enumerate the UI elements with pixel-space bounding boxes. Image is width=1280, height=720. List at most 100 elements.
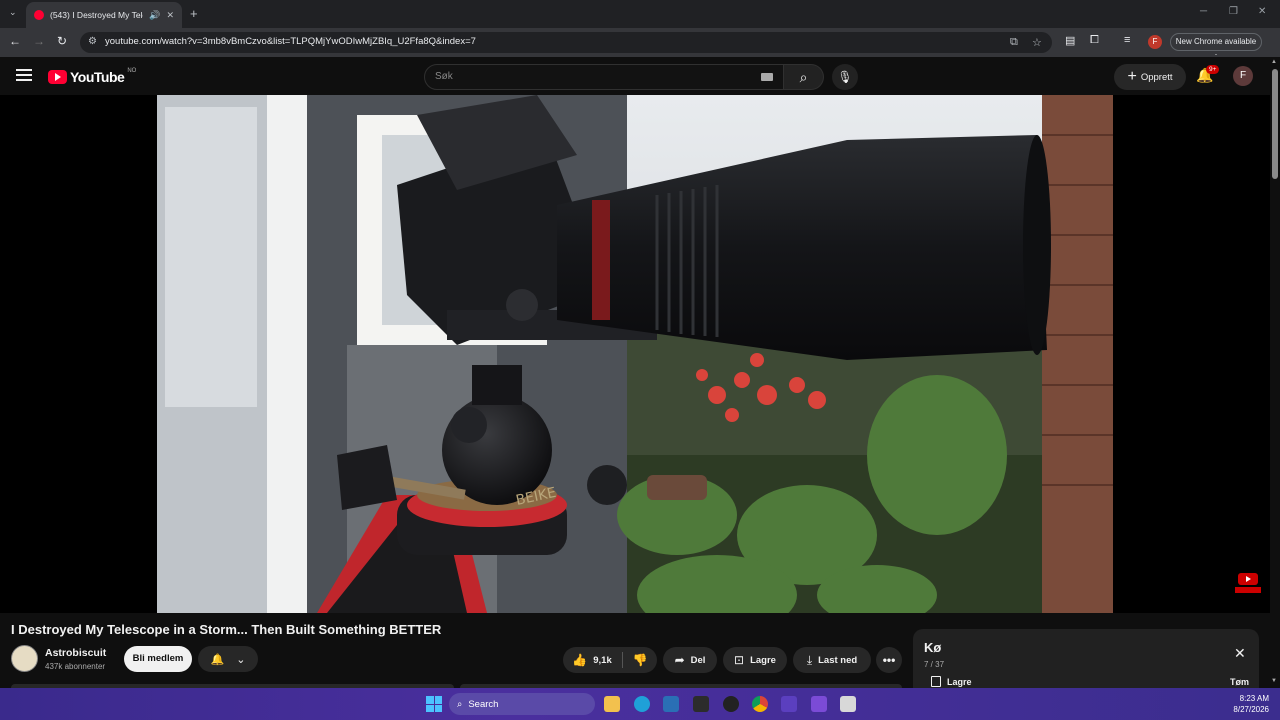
tab-search-chevron-icon[interactable]: ⌄ bbox=[9, 7, 17, 18]
more-icon: ••• bbox=[882, 653, 896, 667]
new-chrome-label: New Chrome available bbox=[1175, 37, 1257, 46]
save-button[interactable]: ⊡ Lagre bbox=[723, 647, 787, 673]
voice-search-button[interactable]: 🎙 bbox=[832, 64, 858, 90]
queue-position: 7 / 37 bbox=[924, 660, 945, 669]
queue-save-button[interactable]: Lagre bbox=[931, 676, 972, 687]
download-label: Last ned bbox=[818, 654, 858, 666]
channel-name[interactable]: Astrobiscuit bbox=[45, 647, 106, 659]
share-label: Del bbox=[690, 654, 706, 666]
app-icon[interactable] bbox=[840, 696, 856, 712]
snipping-tool-icon[interactable] bbox=[693, 696, 709, 712]
chrome-profile-avatar[interactable]: F bbox=[1148, 35, 1162, 49]
page-scrollbar[interactable]: ▲ ▼ bbox=[1270, 57, 1280, 688]
download-button[interactable]: ⤓ Last ned bbox=[793, 647, 871, 673]
create-button[interactable]: + Opprett bbox=[1114, 64, 1186, 90]
forward-icon[interactable]: → bbox=[33, 34, 45, 48]
speaker-icon[interactable]: 🔊 bbox=[149, 10, 160, 21]
file-explorer-icon[interactable] bbox=[604, 696, 620, 712]
notification-badge: 9+ bbox=[1206, 65, 1220, 74]
scroll-up-icon[interactable]: ▲ bbox=[1271, 59, 1277, 65]
edge-icon[interactable] bbox=[634, 696, 650, 712]
system-clock[interactable]: 8:23 AM 8/27/2026 bbox=[1225, 693, 1269, 715]
microphone-icon: 🎙 bbox=[837, 70, 853, 84]
clock-date: 8/27/2026 bbox=[1233, 705, 1269, 714]
taskbar-search-label: Search bbox=[468, 698, 499, 710]
queue-panel: Kø 7 / 37 ✕ Lagre Tøm bbox=[913, 629, 1259, 688]
youtube-favicon-icon bbox=[34, 10, 44, 20]
windows-start-icon[interactable] bbox=[426, 696, 442, 712]
download-icon: ⤓ bbox=[806, 652, 813, 667]
share-button[interactable]: ➦ Del bbox=[663, 647, 717, 673]
app-icon[interactable] bbox=[663, 696, 679, 712]
video-player[interactable]: BEIKE bbox=[0, 95, 1270, 613]
cast-icon[interactable]: ⧉ bbox=[1010, 36, 1018, 49]
video-frame-image: BEIKE bbox=[157, 95, 1113, 613]
dislike-icon[interactable]: 👎 bbox=[633, 653, 648, 667]
windows-taskbar: ⌕ Search 8:23 AM 8/27/2026 bbox=[0, 688, 1280, 720]
keyboard-icon[interactable] bbox=[761, 73, 773, 81]
video-frame[interactable]: BEIKE bbox=[157, 95, 1113, 613]
search-input[interactable]: Søk bbox=[424, 64, 784, 90]
media-icon[interactable]: ▤ bbox=[1065, 34, 1075, 47]
subscriber-count: 437k abonnenter bbox=[45, 662, 106, 671]
menu-icon[interactable] bbox=[16, 69, 32, 81]
new-chrome-available-button[interactable]: New Chrome available ⋮ bbox=[1170, 33, 1262, 62]
window-close-icon[interactable]: ✕ bbox=[1258, 6, 1266, 17]
site-info-icon[interactable]: ⚙ bbox=[88, 36, 97, 47]
app-icon[interactable] bbox=[811, 696, 827, 712]
bell-icon: 🔔 bbox=[210, 653, 225, 666]
channel-avatar[interactable] bbox=[11, 645, 38, 672]
tab-close-icon[interactable]: ✕ bbox=[166, 10, 174, 21]
youtube-play-icon bbox=[48, 70, 67, 84]
reload-icon[interactable]: ↻ bbox=[57, 34, 67, 48]
youtube-logo[interactable]: YouTube NO bbox=[48, 68, 137, 85]
reading-list-icon[interactable]: ≡ bbox=[1124, 34, 1130, 46]
scroll-thumb[interactable] bbox=[1272, 69, 1278, 179]
more-actions-button[interactable]: ••• bbox=[876, 647, 902, 673]
obs-icon[interactable] bbox=[723, 696, 739, 712]
browser-tab[interactable]: (543) I Destroyed My Telesc 🔊 ✕ bbox=[26, 2, 182, 28]
save-label: Lagre bbox=[750, 654, 776, 666]
video-title: I Destroyed My Telescope in a Storm... T… bbox=[11, 622, 442, 637]
search-button[interactable]: ⌕ bbox=[784, 64, 824, 90]
like-dislike-group: 👍 9,1k 👎 bbox=[563, 647, 657, 673]
share-icon: ➦ bbox=[674, 653, 685, 667]
queue-title: Kø bbox=[924, 640, 942, 655]
country-code: NO bbox=[127, 68, 137, 74]
scroll-down-icon[interactable]: ▼ bbox=[1271, 678, 1277, 684]
like-count[interactable]: 9,1k bbox=[593, 655, 612, 666]
subscribe-watermark[interactable] bbox=[1235, 573, 1261, 593]
create-label: Opprett bbox=[1140, 71, 1173, 83]
bookmark-icon: ⊡ bbox=[734, 653, 745, 667]
queue-clear-button[interactable]: Tøm bbox=[1230, 677, 1249, 687]
like-divider bbox=[621, 652, 623, 668]
like-icon[interactable]: 👍 bbox=[572, 653, 587, 667]
chevron-down-icon: ⌄ bbox=[236, 653, 246, 666]
subscription-notifications-button[interactable]: 🔔 ⌄ bbox=[198, 646, 258, 672]
minimize-icon[interactable]: ─ bbox=[1200, 6, 1207, 17]
new-tab-button[interactable]: + bbox=[190, 6, 198, 21]
address-bar[interactable]: ⚙ youtube.com/watch?v=3mb8vBmCzvo&list=T… bbox=[80, 32, 1052, 53]
url-text[interactable]: youtube.com/watch?v=3mb8vBmCzvo&list=TLP… bbox=[105, 36, 476, 47]
queue-close-icon[interactable]: ✕ bbox=[1234, 645, 1246, 662]
browser-toolbar: ← → ↻ ⚙ youtube.com/watch?v=3mb8vBmCzvo&… bbox=[0, 28, 1280, 62]
bookmark-icon bbox=[931, 676, 941, 687]
chrome-icon[interactable] bbox=[752, 696, 768, 712]
taskbar-search[interactable]: ⌕ Search bbox=[449, 693, 595, 715]
search-placeholder: Søk bbox=[435, 71, 453, 82]
plus-icon: + bbox=[1127, 68, 1137, 85]
search-icon: ⌕ bbox=[799, 69, 808, 85]
tab-title: (543) I Destroyed My Telesc bbox=[50, 10, 143, 20]
app-icon[interactable] bbox=[781, 696, 797, 712]
extensions-icon[interactable]: ⧠ bbox=[1090, 34, 1099, 47]
queue-save-label: Lagre bbox=[947, 676, 972, 687]
youtube-header: YouTube NO Søk ⌕ 🎙 + Opprett 🔔 9+ F bbox=[0, 57, 1270, 95]
logo-text: YouTube bbox=[70, 69, 125, 85]
restore-icon[interactable]: ❐ bbox=[1229, 6, 1238, 17]
search-icon: ⌕ bbox=[457, 698, 463, 710]
bookmark-star-icon[interactable]: ☆ bbox=[1032, 36, 1042, 49]
join-button[interactable]: Bli medlem bbox=[124, 646, 192, 672]
account-avatar[interactable]: F bbox=[1233, 66, 1253, 86]
back-icon[interactable]: ← bbox=[9, 34, 21, 48]
tab-strip: ⌄ (543) I Destroyed My Telesc 🔊 ✕ + ─ ❐ … bbox=[0, 0, 1280, 28]
